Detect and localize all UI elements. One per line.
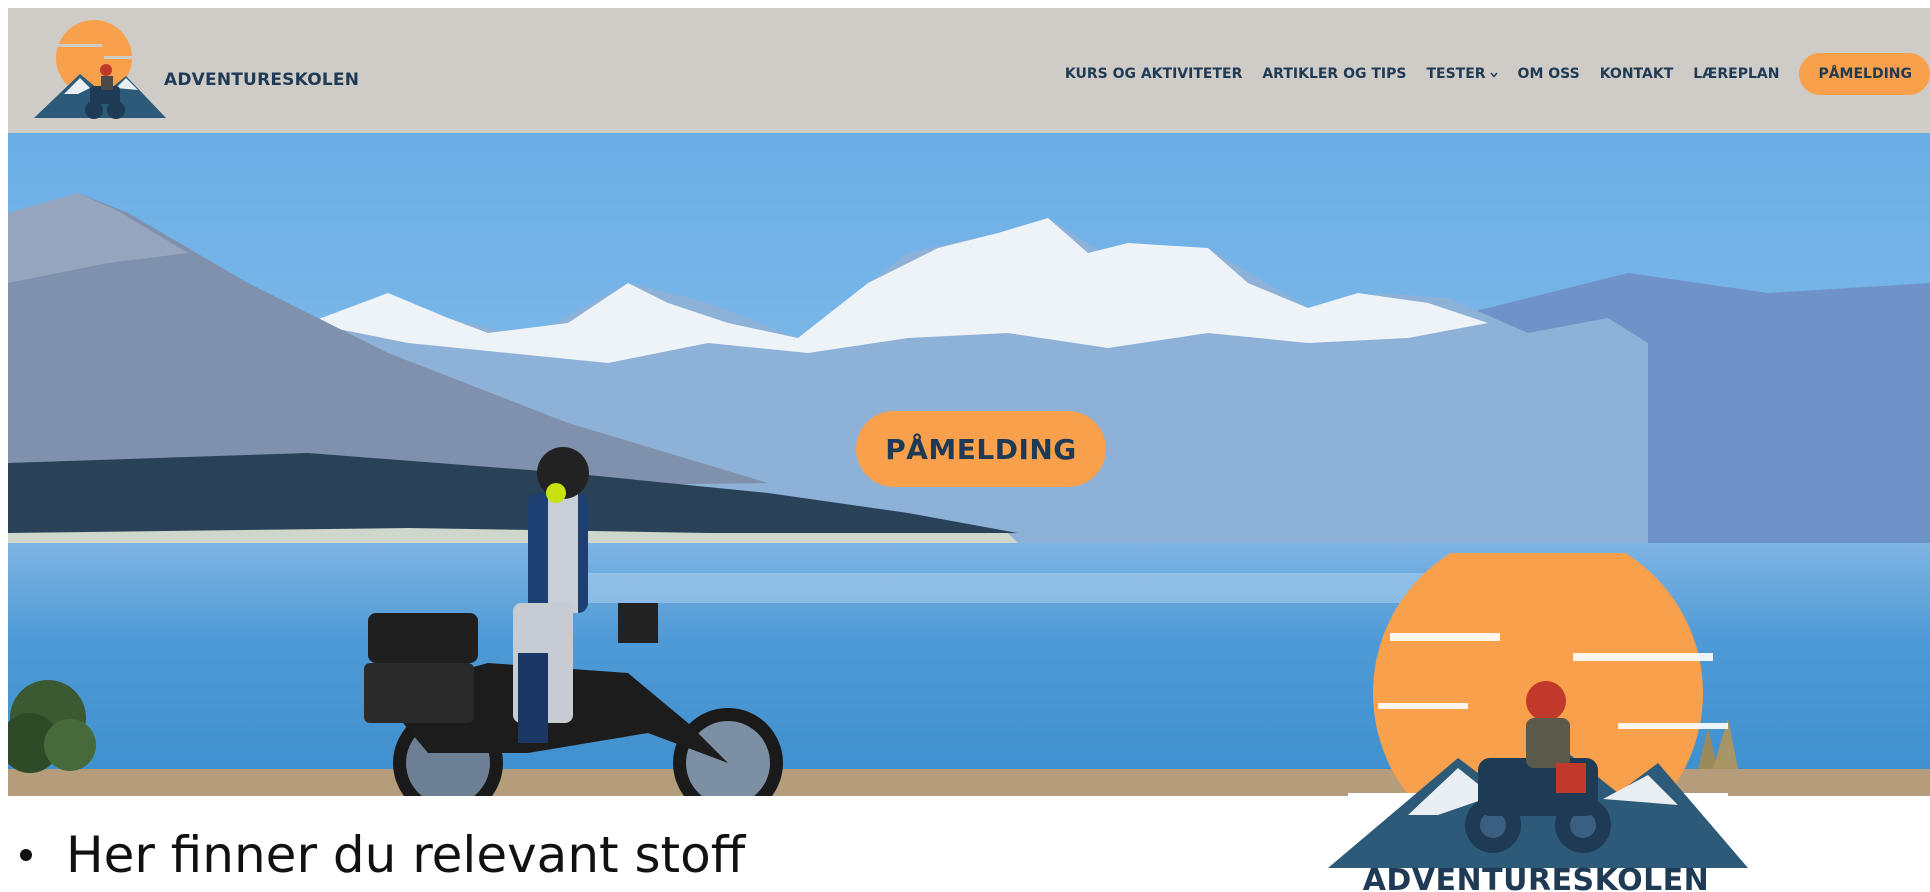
nav-item-artikler[interactable]: ARTIKLER OG TIPS xyxy=(1262,66,1406,82)
bullet-dot-icon xyxy=(20,849,32,861)
nav-label: LÆREPLAN xyxy=(1693,66,1780,82)
large-logo-text: ADVENTURESKOLEN xyxy=(1362,863,1710,892)
nav-item-om-oss[interactable]: OM OSS xyxy=(1518,66,1580,82)
bullet-text: Her finner du relevant stoff xyxy=(66,826,746,884)
nav-label: OM OSS xyxy=(1517,66,1580,82)
page: ADVENTURESKOLEN KURS OG AKTIVITETER ARTI… xyxy=(8,8,1930,892)
site-header: ADVENTURESKOLEN KURS OG AKTIVITETER ARTI… xyxy=(8,8,1930,133)
bullet-item: Her finner du relevant stoff xyxy=(20,826,745,884)
header-signup-button[interactable]: PÅMELDING xyxy=(1799,53,1930,95)
logo-emblem-icon xyxy=(34,20,166,119)
chevron-down-icon xyxy=(1489,70,1498,81)
logo-emblem-icon xyxy=(1328,553,1748,873)
nav-label: TESTER xyxy=(1426,66,1486,82)
nav-label: ARTIKLER OG TIPS xyxy=(1262,66,1407,82)
nav-item-laereplan[interactable]: LÆREPLAN xyxy=(1693,66,1779,82)
main-nav: KURS OG AKTIVITETER ARTIKLER OG TIPS TES… xyxy=(1065,52,1930,96)
large-logo: ADVENTURESKOLEN xyxy=(1318,553,1758,892)
nav-label: KURS OG AKTIVITETER xyxy=(1064,66,1243,82)
logo-text: ADVENTURESKOLEN xyxy=(164,70,360,90)
nav-item-kontakt[interactable]: KONTAKT xyxy=(1600,66,1674,82)
nav-label: KONTAKT xyxy=(1599,66,1674,82)
site-logo[interactable]: ADVENTURESKOLEN xyxy=(34,14,359,126)
nav-item-kurs[interactable]: KURS OG AKTIVITETER xyxy=(1065,66,1242,82)
nav-item-tester[interactable]: TESTER xyxy=(1426,66,1498,82)
hero-signup-button[interactable]: PÅMELDING xyxy=(856,411,1106,487)
